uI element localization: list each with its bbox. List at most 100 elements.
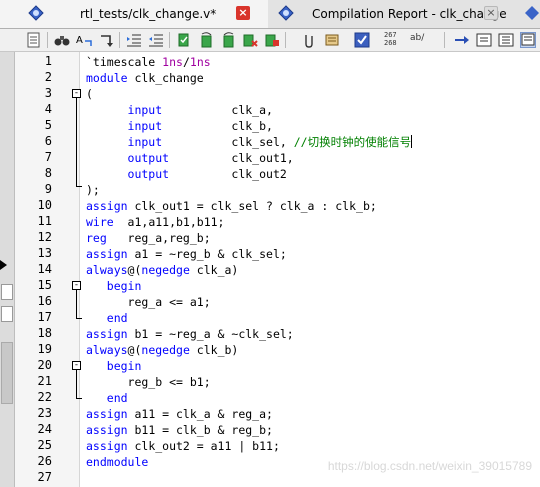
code-line[interactable]: assign clk_out1 = clk_sel ? clk_a : clk_… [86,198,377,214]
code-line[interactable]: reg_a <= a1; [86,294,211,310]
code-line[interactable]: endmodule [86,454,148,470]
tab-compilation-report[interactable]: Compilation Report - clk_change × [268,0,518,28]
panel-list-icon[interactable] [498,32,514,48]
find-replace-icon[interactable]: A [76,32,92,48]
fold-collapse-icon[interactable]: - [72,361,81,370]
code-text: clk_a) [196,263,239,277]
code-line[interactable]: module clk_change [86,70,204,86]
bookmark-next-icon[interactable] [198,32,214,48]
code-text: / [182,55,190,69]
line-number: 15 [37,278,52,292]
code-keyword: assign [86,327,135,341]
indent-icon[interactable] [126,32,142,48]
close-icon[interactable]: × [484,6,498,20]
side-panel-strip [0,52,15,487]
code-text: reg_b <= b1; [86,375,211,389]
line-number: 23 [37,406,52,420]
code-keyword: negedge [141,343,197,357]
code-line[interactable]: assign a11 = clk_a & reg_a; [86,406,273,422]
code-keyword: assign [86,423,135,437]
code-line[interactable]: always@(negedge clk_b) [86,342,238,358]
code-text: b11 = clk_b & reg_b; [134,423,273,437]
close-icon[interactable]: × [236,6,250,20]
arrow-right-icon[interactable] [0,260,7,270]
code-text: clk_b) [196,343,239,357]
scroll-button[interactable] [1,284,13,300]
scrollbar-thumb[interactable] [1,342,13,404]
attach-icon[interactable] [300,32,316,48]
code-line[interactable]: reg_b <= b1; [86,374,211,390]
code-line[interactable]: output clk_out2 [86,166,287,182]
check-icon[interactable] [354,32,370,48]
overflow-tab-icon[interactable] [524,5,540,21]
bookmark-prev-icon[interactable] [220,32,236,48]
line-number: 16 [37,294,52,308]
bookmark-remove-icon[interactable] [264,32,280,48]
report-icon [278,5,294,21]
verilog-file-icon [28,5,44,21]
scroll-button[interactable] [1,306,13,322]
binoculars-icon[interactable] [54,32,70,48]
line-number: 10 [37,198,52,212]
line-col-indicator: 267 268 [384,31,397,47]
code-line[interactable]: begin [86,358,142,374]
code-text: clk_out1 = clk_sel ? clk_a : clk_b; [134,199,377,213]
fold-collapse-icon[interactable]: - [72,281,81,290]
unindent-icon[interactable] [148,32,164,48]
fold-guide [76,290,77,318]
tab-clk-change-file[interactable]: rtl_tests/clk_change.v* × [0,0,268,28]
watermark: https://blog.csdn.net/weixin_39015789 [327,459,532,473]
code-text: clk_out1, [231,151,294,165]
code-line[interactable]: `timescale 1ns/1ns [86,54,211,70]
page-icon[interactable] [26,32,42,48]
code-keyword: assign [86,407,135,421]
code-line[interactable]: input clk_b, [86,118,273,134]
line-number: 13 [37,246,52,260]
text-cursor [411,135,413,148]
code-line[interactable]: always@(negedge clk_a) [86,262,238,278]
fold-collapse-icon[interactable]: - [72,89,81,98]
code-keyword: input [86,103,232,117]
line-number: 24 [37,422,52,436]
code-line[interactable]: ( [86,86,93,102]
code-line[interactable]: end [86,390,128,406]
code-line[interactable]: reg reg_a,reg_b; [86,230,211,246]
code-line[interactable]: assign b1 = ~reg_a & ~clk_sel; [86,326,294,342]
code-text: clk_change [134,71,204,85]
arrow-right-icon[interactable] [454,32,470,48]
goto-icon[interactable] [98,32,114,48]
code-line[interactable]: assign clk_out2 = a11 | b11; [86,438,280,454]
bookmark-clear-icon[interactable] [242,32,258,48]
line-number: 4 [44,102,52,116]
ab-toggle[interactable]: ab/ [410,34,424,43]
code-line[interactable]: output clk_out1, [86,150,294,166]
fold-end [76,318,82,319]
code-keyword: end [86,311,128,325]
code-keyword: end [86,391,128,405]
code-line[interactable]: assign b11 = clk_b & reg_b; [86,422,273,438]
line-number: 2 [44,70,52,84]
code-text: reg_a,reg_b; [127,231,211,245]
code-keyword: reg [86,231,128,245]
code-keyword: always [86,343,128,357]
fold-end [76,186,82,187]
line-number: 1 [44,54,52,68]
code-line[interactable]: end [86,310,128,326]
scroll-icon[interactable] [324,32,340,48]
line-number: 19 [37,342,52,356]
code-text: clk_out2 [231,167,287,181]
code-line[interactable]: input clk_sel, //切换时钟的使能信号 [86,134,413,150]
code-keyword: output [86,167,232,181]
code-line[interactable]: ); [86,182,100,198]
code-comment: //切换时钟的使能信号 [293,135,412,149]
line-number: 14 [37,262,52,276]
line-number: 6 [44,134,52,148]
code-line[interactable]: input clk_a, [86,102,273,118]
code-keyword: input [86,135,232,149]
code-line[interactable]: begin [86,278,142,294]
panel-active-icon[interactable] [520,32,536,48]
code-line[interactable]: assign a1 = ~reg_b & clk_sel; [86,246,287,262]
panel-icon[interactable] [476,32,492,48]
code-line[interactable]: wire a1,a11,b1,b11; [86,214,224,230]
bookmark-icon[interactable] [176,32,192,48]
